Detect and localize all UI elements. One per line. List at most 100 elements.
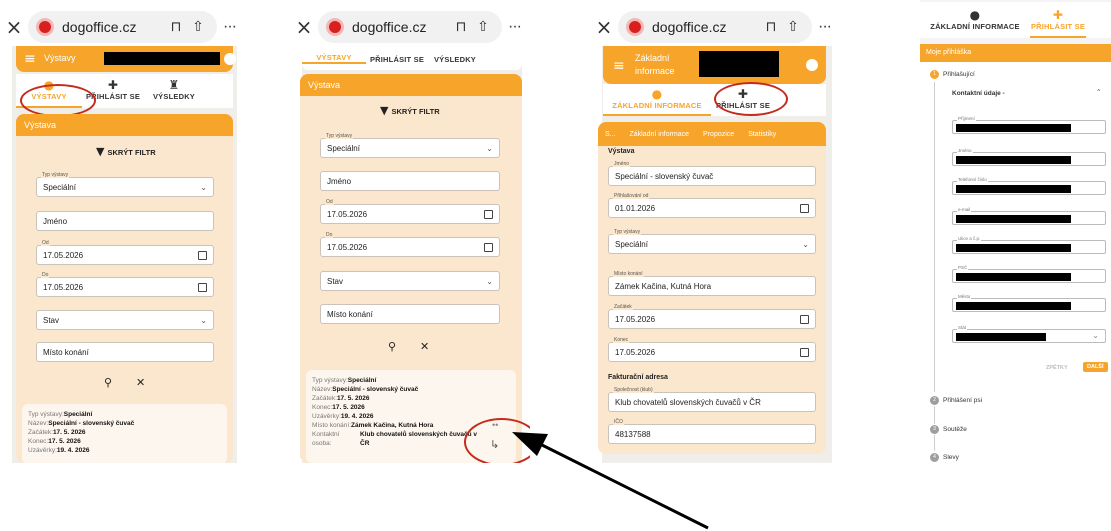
- name-input[interactable]: Jméno: [36, 211, 214, 231]
- tab-prihlasit[interactable]: ✚ PŘIHLÁSIT SE: [1030, 2, 1086, 38]
- trophy-icon: ♜: [168, 78, 180, 92]
- zip-field[interactable]: PSČ: [952, 265, 1106, 283]
- tab-label: PŘIHLÁSIT SE: [369, 55, 425, 64]
- company-field[interactable]: Společnost (klub) Klub chovatelů slovens…: [608, 387, 816, 412]
- type-select[interactable]: Typ výstavy Speciální ⌄: [36, 172, 214, 197]
- hide-filter-button[interactable]: ▼ SKRÝT FILTR: [380, 104, 440, 117]
- hide-filter-button[interactable]: ▼ SKRÝT FILTR: [96, 145, 156, 158]
- step-label[interactable]: Slevy: [943, 454, 959, 461]
- show-name-field[interactable]: Jméno Speciální - slovenský čuvač: [608, 161, 816, 186]
- result-value: 17. 5. 2026: [52, 429, 86, 436]
- subtab-propozice[interactable]: Propozice: [696, 131, 741, 138]
- calendar-icon[interactable]: [800, 347, 809, 357]
- card-vystava: Výstava ▼ SKRÝT FILTR Typ výstavy Speciál…: [300, 74, 522, 463]
- phone-field[interactable]: Telefonní číslo: [952, 177, 1106, 195]
- close-icon[interactable]: ×: [590, 17, 618, 37]
- city-field[interactable]: Město: [952, 294, 1106, 312]
- search-icon[interactable]: ⚲: [388, 340, 396, 353]
- state-select[interactable]: Stav ⌄: [36, 310, 214, 330]
- step-label[interactable]: Přihlášení psi: [943, 397, 982, 404]
- state-select[interactable]: Stav ⌄: [320, 271, 500, 291]
- calendar-icon[interactable]: [198, 250, 207, 260]
- annotation-circle: [464, 418, 530, 463]
- tab-prihlasit[interactable]: PŘIHLÁSIT SE: [366, 55, 428, 64]
- step-label[interactable]: Přihlašující: [943, 71, 975, 78]
- share-icon[interactable]: ⇧: [782, 19, 804, 35]
- calendar-icon[interactable]: [800, 314, 809, 324]
- clear-icon[interactable]: ✕: [136, 376, 145, 389]
- field-label: Společnost (klub): [613, 387, 654, 393]
- redacted-value: [956, 333, 1046, 341]
- contact-label[interactable]: Kontaktní údaje -: [952, 90, 1005, 97]
- place-input[interactable]: Místo konání: [36, 342, 214, 362]
- back-button[interactable]: ZPĚTKY: [1046, 365, 1068, 371]
- account-icon[interactable]: [224, 53, 236, 65]
- menu-icon[interactable]: ≡: [613, 58, 625, 74]
- tab-zakladni[interactable]: ● ZÁKLADNÍ INFORMACE: [603, 84, 711, 116]
- field-label: Konec: [613, 337, 630, 343]
- chevron-up-icon[interactable]: ⌃: [1096, 88, 1101, 96]
- redacted-value: [956, 302, 1071, 310]
- result-value: Speciální: [347, 377, 377, 384]
- place-field[interactable]: Místo konání Zámek Kačina, Kutná Hora: [608, 271, 816, 296]
- field-value: Speciální: [327, 143, 360, 153]
- date-to-field[interactable]: Do 17.05.2026: [36, 272, 214, 297]
- email-field[interactable]: e-mail: [952, 207, 1106, 225]
- close-icon[interactable]: ×: [0, 17, 28, 37]
- more-icon[interactable]: ···: [223, 18, 245, 36]
- redacted-value: [956, 156, 1071, 164]
- surname-field[interactable]: Příjmení: [952, 116, 1106, 134]
- url-text: dogoffice.cz: [352, 19, 427, 35]
- tab-label: PŘIHLÁSIT SE: [1030, 22, 1086, 31]
- start-date-field[interactable]: Začátek 17.05.2026: [608, 304, 816, 329]
- url-bar[interactable]: dogoffice.cz ⊓ ⇧: [28, 11, 217, 43]
- name-field[interactable]: Jméno: [952, 148, 1106, 166]
- search-icon[interactable]: ⚲: [104, 376, 112, 389]
- step-label[interactable]: Soutěže: [943, 426, 967, 433]
- subtab-zakladni[interactable]: Základní informace: [623, 131, 697, 138]
- tab-vystavy[interactable]: VÝSTAVY: [302, 53, 366, 64]
- next-button[interactable]: DALŠÍ: [1083, 362, 1108, 372]
- tab-vysledky[interactable]: VÝSLEDKY: [428, 55, 482, 64]
- more-icon[interactable]: ···: [508, 18, 530, 36]
- share-icon[interactable]: ⇧: [187, 19, 209, 35]
- street-field[interactable]: Ulice a č.p.: [952, 236, 1106, 254]
- subtab-s[interactable]: S...: [598, 131, 623, 138]
- redacted-area: [104, 52, 220, 65]
- bookmark-icon[interactable]: ⊓: [165, 19, 187, 35]
- account-icon[interactable]: [806, 59, 818, 71]
- bookmark-icon[interactable]: ⊓: [450, 19, 472, 35]
- result-key: Typ výstavy:: [312, 377, 348, 384]
- menu-icon[interactable]: ≡: [24, 51, 36, 67]
- stepper-line: [934, 435, 935, 451]
- calendar-icon[interactable]: [484, 242, 493, 252]
- type-select[interactable]: Typ výstavy Speciální ⌄: [320, 133, 500, 158]
- field-label: Ulice a č.p.: [957, 236, 982, 241]
- more-icon[interactable]: ···: [818, 18, 840, 36]
- subtab-statistiky[interactable]: Statistiky: [741, 131, 783, 138]
- field-label: Od: [325, 199, 334, 205]
- calendar-icon[interactable]: [800, 203, 809, 213]
- result-item[interactable]: Typ výstavy:Speciální Název:Speciální - …: [22, 404, 227, 463]
- country-select[interactable]: Stát ⌄: [952, 325, 1106, 343]
- date-from-field[interactable]: Od 17.05.2026: [320, 199, 500, 224]
- bookmark-icon[interactable]: ⊓: [760, 19, 782, 35]
- close-icon[interactable]: ×: [290, 17, 318, 37]
- show-type-select[interactable]: Typ výstavy Speciální ⌄: [608, 229, 816, 254]
- name-input[interactable]: Jméno: [320, 171, 500, 191]
- chevron-down-icon: ⌄: [802, 239, 809, 249]
- place-input[interactable]: Místo konání: [320, 304, 500, 324]
- registration-from-field[interactable]: Přihlašování od 01.01.2026: [608, 193, 816, 218]
- end-date-field[interactable]: Konec 17.05.2026: [608, 337, 816, 362]
- share-icon[interactable]: ⇧: [472, 19, 494, 35]
- tab-zakladni[interactable]: ● ZÁKLADNÍ INFORMACE: [920, 2, 1030, 38]
- date-to-field[interactable]: Do 17.05.2026: [320, 232, 500, 257]
- url-bar[interactable]: dogoffice.cz ⊓ ⇧: [318, 11, 502, 43]
- clear-icon[interactable]: ✕: [420, 340, 429, 353]
- date-from-field[interactable]: Od 17.05.2026: [36, 240, 214, 265]
- url-bar[interactable]: dogoffice.cz ⊓ ⇧: [618, 11, 812, 43]
- ico-field[interactable]: IČO 48137588: [608, 419, 816, 444]
- tab-vysledky[interactable]: ♜ VÝSLEDKY: [144, 74, 204, 108]
- calendar-icon[interactable]: [198, 282, 207, 292]
- calendar-icon[interactable]: [484, 209, 493, 219]
